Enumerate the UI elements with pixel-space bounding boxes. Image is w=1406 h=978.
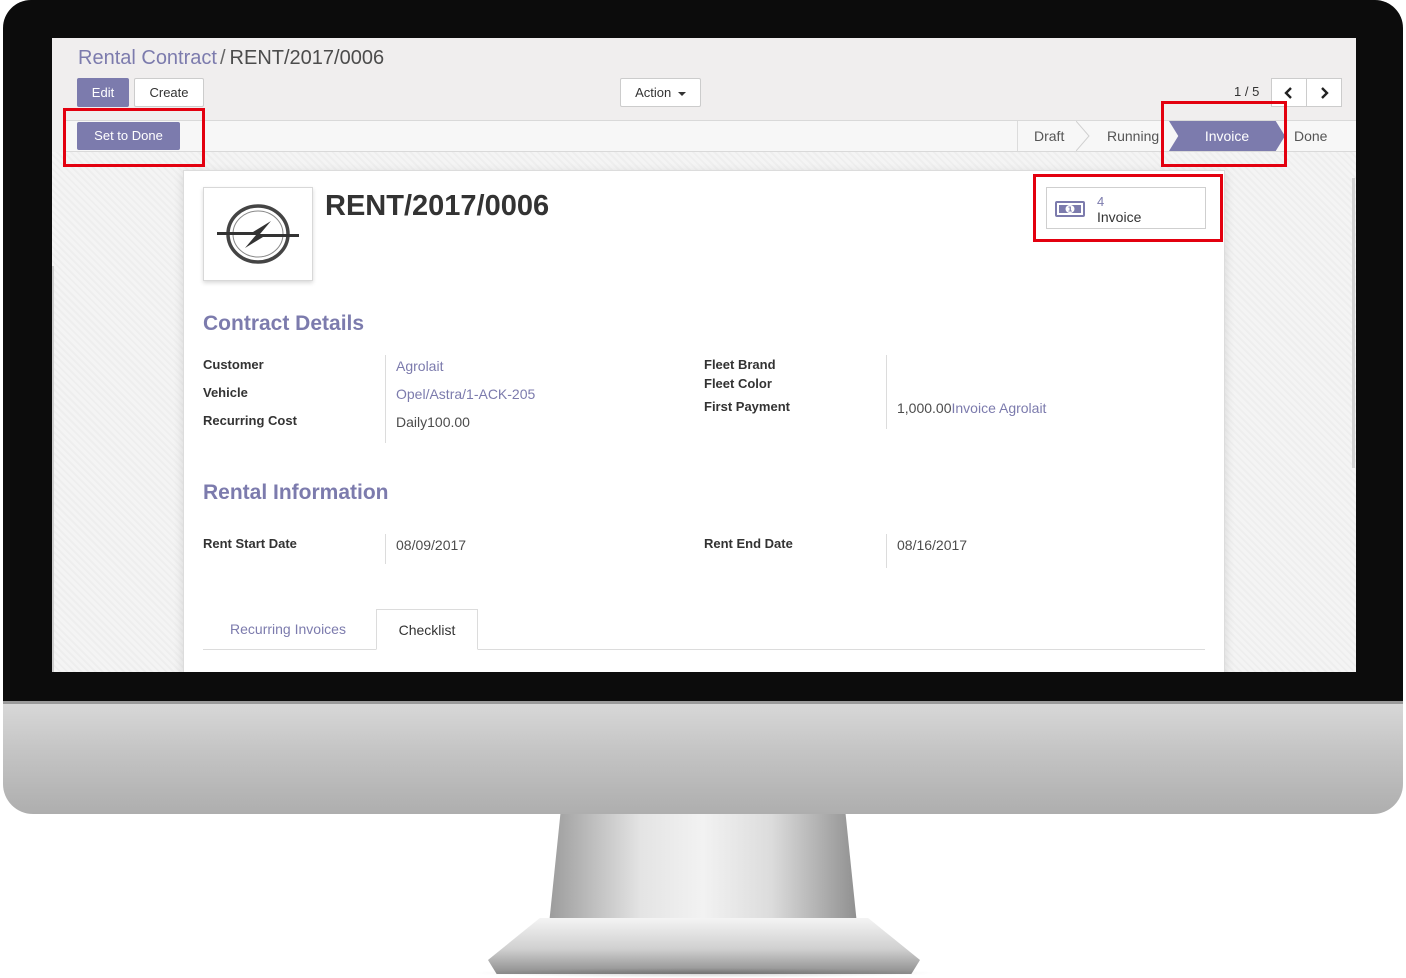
first-payment-amount: 1,000.00 [897,400,952,416]
customer-link[interactable]: Agrolait [396,358,443,374]
breadcrumb: Rental Contract / RENT/2017/0006 [78,47,384,70]
monitor-chin [3,701,1403,814]
left-edge-scroll [52,266,54,672]
vehicle-label: Vehicle [203,385,248,400]
fleet-brand-label: Fleet Brand [704,357,776,372]
first-payment-invoice-link[interactable]: Invoice Agrolait [952,400,1047,416]
statusbar-left-border [1017,121,1018,151]
breadcrumb-parent-link[interactable]: Rental Contract [78,47,217,69]
pager-next-button[interactable] [1306,78,1342,107]
stage-done[interactable]: Done [1294,121,1327,151]
monitor-stand-neck [548,814,858,934]
vehicle-logo [203,187,313,281]
monitor-stand-shadow [470,968,940,978]
opel-logo-icon [217,204,299,264]
field-divider [385,534,386,564]
field-divider [385,355,386,443]
customer-label: Customer [203,357,264,372]
first-payment-value: 1,000.00Invoice Agrolait [897,400,1046,416]
rent-end-date-label: Rent End Date [704,536,793,551]
highlight-invoice-stage [1161,101,1287,167]
stage-arrow-divider [1076,121,1090,151]
breadcrumb-separator: / [219,47,226,69]
breadcrumb-current: RENT/2017/0006 [229,47,385,69]
stage-running[interactable]: Running [1107,121,1169,151]
vertical-scrollbar[interactable] [1352,178,1355,468]
create-button[interactable]: Create [134,78,204,107]
rent-end-date-value: 08/16/2017 [897,537,968,553]
pager-value: 1 / 5 [1234,84,1260,99]
highlight-set-to-done [63,108,205,167]
stage-draft[interactable]: Draft [1034,121,1064,151]
first-payment-label: First Payment [704,399,790,414]
caret-down-icon [677,91,686,96]
fleet-color-label: Fleet Color [704,376,772,391]
chevron-left-icon [1284,86,1292,99]
action-label: Action [635,85,672,100]
action-dropdown-button[interactable]: Action [620,78,701,107]
rent-start-date-label: Rent Start Date [203,536,297,551]
highlight-invoice-smart-button [1033,174,1223,242]
contract-details-title: Contract Details [203,312,365,335]
monitor-stand-base [488,918,920,974]
form-sheet: RENT/2017/0006 1 4 Invoice Contract Deta… [183,170,1225,672]
recurring-cost-value: Daily100.00 [396,414,470,430]
chevron-right-icon [1321,86,1329,99]
record-title: RENT/2017/0006 [325,190,550,222]
field-divider [886,534,887,568]
tab-recurring-invoices[interactable]: Recurring Invoices [203,609,373,650]
rental-information-title: Rental Information [203,481,389,504]
field-divider [886,355,887,429]
recurring-cost-label: Recurring Cost [203,413,297,428]
tab-checklist[interactable]: Checklist [376,609,478,650]
vehicle-link[interactable]: Opel/Astra/1-ACK-205 [396,386,535,402]
rent-start-date-value: 08/09/2017 [396,537,467,553]
edit-button[interactable]: Edit [77,78,129,107]
